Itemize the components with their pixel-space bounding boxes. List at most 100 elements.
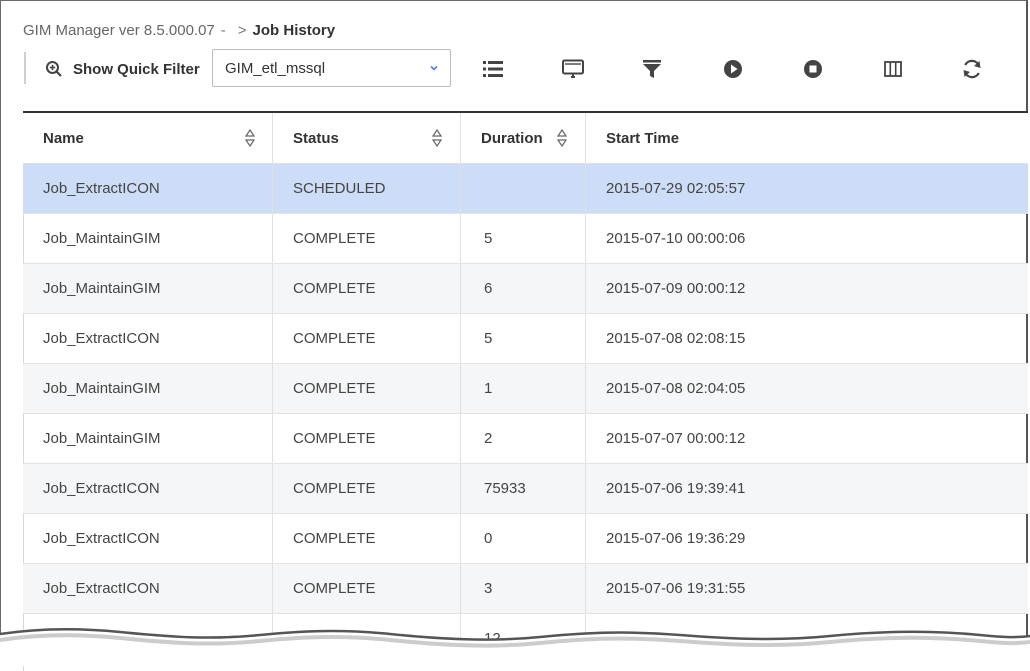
torn-edge bbox=[0, 627, 1030, 666]
table-row[interactable]: Job_MaintainGIM COMPLETE 2 2015-07-07 00:00… bbox=[23, 414, 1028, 464]
breadcrumb-arrow: > bbox=[237, 21, 247, 39]
refresh-icon[interactable] bbox=[960, 57, 984, 81]
sort-icon[interactable] bbox=[556, 128, 568, 151]
column-divider bbox=[460, 414, 461, 463]
column-divider bbox=[272, 364, 273, 413]
cell-start-time: 2015-07-29 02:05:57 bbox=[606, 180, 746, 197]
table-row[interactable]: Job_MaintainGIM COMPLETE 6 2015-07-09 00:00… bbox=[23, 264, 1028, 314]
table-row[interactable]: Job_MaintainGIM COMPLETE 5 2015-07-10 00:00… bbox=[23, 214, 1028, 264]
column-header-start-time-label: Start Time bbox=[606, 130, 680, 147]
column-divider bbox=[272, 464, 273, 513]
breadcrumb: GIM Manager ver 8.5.000.07 - > Job Histo… bbox=[23, 21, 335, 39]
column-divider bbox=[460, 464, 461, 513]
play-icon[interactable] bbox=[721, 57, 745, 81]
column-divider bbox=[272, 314, 273, 363]
column-header-name[interactable]: Name bbox=[23, 113, 272, 164]
breadcrumb-app[interactable]: GIM Manager ver 8.5.000.07 bbox=[23, 22, 215, 39]
toolbar: Show Quick Filter GIM_etl_mssql bbox=[23, 49, 1023, 91]
column-divider bbox=[460, 314, 461, 363]
table-row[interactable]: Job_ExtractICON COMPLETE 5 2015-07-08 02:08… bbox=[23, 314, 1028, 364]
cell-duration: 6 bbox=[484, 280, 493, 297]
cell-duration: 5 bbox=[484, 230, 493, 247]
cell-name: Job_MaintainGIM bbox=[43, 230, 161, 247]
job-history-table: Name Status Duration Start Time Job_Extr… bbox=[23, 111, 1028, 671]
cell-status: COMPLETE bbox=[293, 480, 376, 497]
column-divider bbox=[585, 214, 586, 263]
cell-name: Job_ExtractICON bbox=[43, 480, 160, 497]
column-divider bbox=[272, 214, 273, 263]
sort-icon[interactable] bbox=[431, 128, 443, 151]
table-body: Job_ExtractICON SCHEDULED 2015-07-29 02:05… bbox=[23, 164, 1028, 664]
monitor-icon[interactable] bbox=[561, 57, 585, 81]
table-row[interactable]: Job_MaintainGIM COMPLETE 1 2015-07-08 02:04… bbox=[23, 364, 1028, 414]
cell-start-time: 2015-07-06 19:39:41 bbox=[606, 480, 746, 497]
column-divider bbox=[585, 364, 586, 413]
cell-status: SCHEDULED bbox=[293, 180, 386, 197]
cell-name: Job_ExtractICON bbox=[43, 330, 160, 347]
cell-start-time: 2015-07-06 19:36:29 bbox=[606, 530, 746, 547]
sort-icon[interactable] bbox=[244, 128, 256, 151]
cell-name: Job_ExtractICON bbox=[43, 580, 160, 597]
list-icon[interactable] bbox=[481, 57, 505, 81]
cell-start-time: 2015-07-08 02:04:05 bbox=[606, 380, 746, 397]
column-divider bbox=[585, 464, 586, 513]
column-header-name-label: Name bbox=[43, 130, 84, 147]
cell-status: COMPLETE bbox=[293, 580, 376, 597]
column-divider bbox=[272, 164, 273, 213]
column-header-duration[interactable]: Duration bbox=[461, 113, 585, 164]
column-divider bbox=[460, 164, 461, 213]
column-header-status-label: Status bbox=[293, 130, 339, 147]
column-divider bbox=[585, 564, 586, 613]
column-header-start-time[interactable]: Start Time bbox=[586, 113, 1026, 164]
database-select[interactable]: GIM_etl_mssql bbox=[212, 49, 451, 87]
column-divider bbox=[460, 264, 461, 313]
column-divider bbox=[585, 164, 586, 213]
column-divider bbox=[460, 214, 461, 263]
cell-duration: 0 bbox=[484, 530, 493, 547]
cell-start-time: 2015-07-10 00:00:06 bbox=[606, 230, 746, 247]
cell-start-time: 2015-07-07 00:00:12 bbox=[606, 430, 746, 447]
table-row[interactable]: Job_ExtractICON COMPLETE 3 2015-07-06 19:31… bbox=[23, 564, 1028, 614]
breadcrumb-current: Job History bbox=[252, 21, 336, 39]
table-header: Name Status Duration Start Time bbox=[23, 111, 1028, 164]
cell-start-time: 2015-07-09 00:00:12 bbox=[606, 280, 746, 297]
zoom-in-icon bbox=[45, 60, 63, 78]
table-row[interactable]: Job_ExtractICON COMPLETE 0 2015-07-06 19:36… bbox=[23, 514, 1028, 564]
cell-duration: 3 bbox=[484, 580, 493, 597]
column-divider bbox=[272, 414, 273, 463]
cell-status: COMPLETE bbox=[293, 330, 376, 347]
column-divider bbox=[460, 364, 461, 413]
cell-name: Job_MaintainGIM bbox=[43, 430, 161, 447]
columns-icon[interactable] bbox=[881, 57, 905, 81]
cell-status: COMPLETE bbox=[293, 530, 376, 547]
cell-name: Job_ExtractICON bbox=[43, 180, 160, 197]
table-row[interactable]: Job_ExtractICON COMPLETE 75933 2015-07-06 1… bbox=[23, 464, 1028, 514]
column-divider bbox=[272, 264, 273, 313]
cell-start-time: 2015-07-08 02:08:15 bbox=[606, 330, 746, 347]
cell-duration: 75933 bbox=[484, 480, 526, 497]
table-row[interactable]: Job_ExtractICON SCHEDULED 2015-07-29 02:05… bbox=[23, 164, 1028, 214]
column-header-status[interactable]: Status bbox=[273, 113, 460, 164]
toolbar-divider bbox=[24, 52, 26, 84]
stop-icon[interactable] bbox=[801, 57, 825, 81]
column-divider bbox=[585, 514, 586, 563]
show-quick-filter-button[interactable]: Show Quick Filter bbox=[45, 60, 200, 78]
database-select-value: GIM_etl_mssql bbox=[225, 60, 326, 77]
cell-name: Job_MaintainGIM bbox=[43, 280, 161, 297]
cell-status: COMPLETE bbox=[293, 230, 376, 247]
cell-duration: 2 bbox=[484, 430, 493, 447]
cell-start-time: 2015-07-06 19:31:55 bbox=[606, 580, 746, 597]
column-divider bbox=[585, 314, 586, 363]
column-divider bbox=[585, 264, 586, 313]
cell-duration: 1 bbox=[484, 380, 493, 397]
column-header-duration-label: Duration bbox=[481, 130, 543, 147]
cell-duration: 5 bbox=[484, 330, 493, 347]
breadcrumb-dash: - bbox=[220, 21, 226, 39]
column-divider bbox=[460, 564, 461, 613]
filter-icon[interactable] bbox=[640, 57, 664, 81]
cell-status: COMPLETE bbox=[293, 280, 376, 297]
cell-status: COMPLETE bbox=[293, 380, 376, 397]
column-divider bbox=[585, 414, 586, 463]
column-divider bbox=[272, 564, 273, 613]
column-divider bbox=[460, 514, 461, 563]
